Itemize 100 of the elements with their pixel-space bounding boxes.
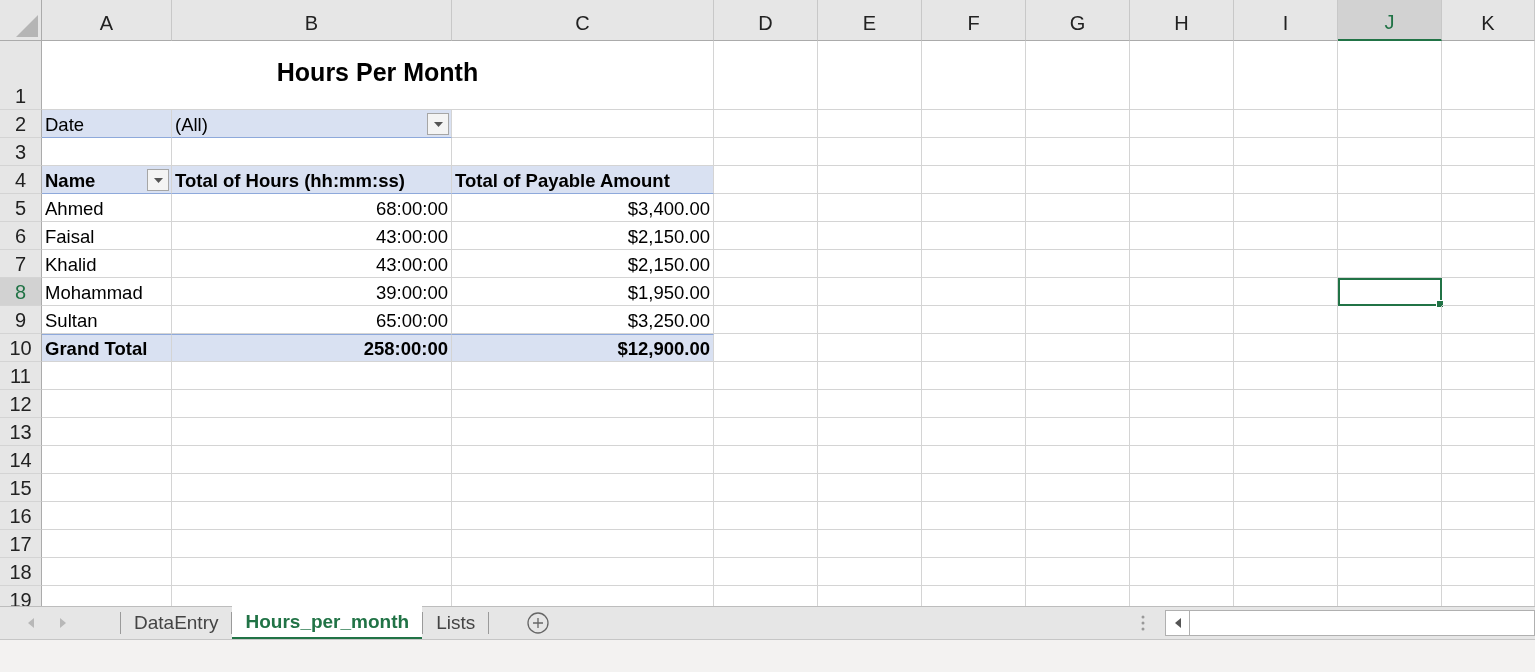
empty-cell[interactable] <box>1130 110 1234 138</box>
empty-cell[interactable] <box>1234 250 1338 278</box>
column-header[interactable]: J <box>1338 0 1442 41</box>
empty-cell[interactable] <box>1234 390 1338 418</box>
empty-cell[interactable] <box>172 138 452 166</box>
empty-cell[interactable] <box>818 110 922 138</box>
empty-cell[interactable] <box>1026 250 1130 278</box>
empty-cell[interactable] <box>172 530 452 558</box>
empty-cell[interactable] <box>172 446 452 474</box>
empty-cell[interactable] <box>1338 138 1442 166</box>
empty-cell[interactable] <box>922 362 1026 390</box>
empty-cell[interactable] <box>1338 446 1442 474</box>
empty-cell[interactable] <box>1338 502 1442 530</box>
empty-cell[interactable] <box>714 222 818 250</box>
empty-cell[interactable] <box>714 306 818 334</box>
empty-cell[interactable] <box>1026 334 1130 362</box>
empty-cell[interactable] <box>172 362 452 390</box>
row-header[interactable]: 9 <box>0 306 42 334</box>
empty-cell[interactable] <box>1338 530 1442 558</box>
empty-cell[interactable] <box>922 418 1026 446</box>
column-header[interactable]: E <box>818 0 922 41</box>
empty-cell[interactable] <box>452 558 714 586</box>
empty-cell[interactable] <box>1234 278 1338 306</box>
column-header[interactable]: H <box>1130 0 1234 41</box>
row-header[interactable]: 11 <box>0 362 42 390</box>
empty-cell[interactable] <box>1338 334 1442 362</box>
empty-cell[interactable] <box>1026 278 1130 306</box>
empty-cell[interactable] <box>1442 558 1535 586</box>
empty-cell[interactable] <box>818 390 922 418</box>
fill-handle[interactable] <box>1436 300 1444 308</box>
empty-cell[interactable] <box>452 418 714 446</box>
empty-cell[interactable] <box>1234 194 1338 222</box>
empty-cell[interactable] <box>1442 530 1535 558</box>
empty-cell[interactable] <box>818 502 922 530</box>
empty-cell[interactable] <box>452 390 714 418</box>
empty-cell[interactable] <box>1442 362 1535 390</box>
empty-cell[interactable] <box>922 334 1026 362</box>
empty-cell[interactable] <box>1338 110 1442 138</box>
empty-cell[interactable] <box>714 502 818 530</box>
empty-cell[interactable] <box>818 446 922 474</box>
empty-cell[interactable] <box>818 278 922 306</box>
empty-cell[interactable] <box>1234 446 1338 474</box>
empty-cell[interactable] <box>922 502 1026 530</box>
empty-cell[interactable] <box>1026 390 1130 418</box>
row-header[interactable]: 4 <box>0 166 42 194</box>
empty-cell[interactable] <box>1130 446 1234 474</box>
column-header[interactable]: B <box>172 0 452 41</box>
row-header[interactable]: 14 <box>0 446 42 474</box>
empty-cell[interactable] <box>1442 166 1535 194</box>
empty-cell[interactable] <box>1234 502 1338 530</box>
empty-cell[interactable] <box>1130 194 1234 222</box>
empty-cell[interactable] <box>922 446 1026 474</box>
empty-cell[interactable] <box>1442 138 1535 166</box>
empty-cell[interactable] <box>818 166 922 194</box>
empty-cell[interactable] <box>1234 334 1338 362</box>
empty-cell[interactable] <box>818 558 922 586</box>
empty-cell[interactable] <box>922 390 1026 418</box>
empty-cell[interactable] <box>714 250 818 278</box>
empty-cell[interactable] <box>1130 418 1234 446</box>
empty-cell[interactable] <box>1234 222 1338 250</box>
empty-cell[interactable] <box>1130 166 1234 194</box>
empty-cell[interactable] <box>1026 446 1130 474</box>
add-sheet-icon[interactable] <box>527 612 550 634</box>
empty-cell[interactable] <box>1130 138 1234 166</box>
empty-cell[interactable] <box>922 222 1026 250</box>
sheet-tab[interactable]: DataEntry <box>121 607 232 639</box>
empty-cell[interactable] <box>1026 306 1130 334</box>
empty-cell[interactable] <box>172 390 452 418</box>
empty-cell[interactable] <box>714 418 818 446</box>
empty-cell[interactable] <box>818 194 922 222</box>
empty-cell[interactable] <box>1026 138 1130 166</box>
empty-cell[interactable] <box>714 558 818 586</box>
empty-cell[interactable] <box>1234 41 1338 110</box>
empty-cell[interactable] <box>1234 166 1338 194</box>
empty-cell[interactable] <box>1130 362 1234 390</box>
filter-dropdown-button[interactable] <box>147 169 169 191</box>
empty-cell[interactable] <box>818 306 922 334</box>
empty-cell[interactable] <box>922 474 1026 502</box>
empty-cell[interactable] <box>1026 530 1130 558</box>
empty-cell[interactable] <box>1442 474 1535 502</box>
empty-cell[interactable] <box>922 530 1026 558</box>
empty-cell[interactable] <box>172 558 452 586</box>
empty-cell[interactable] <box>1442 250 1535 278</box>
empty-cell[interactable] <box>1234 558 1338 586</box>
column-header[interactable]: I <box>1234 0 1338 41</box>
empty-cell[interactable] <box>1130 41 1234 110</box>
empty-cell[interactable] <box>818 222 922 250</box>
empty-cell[interactable] <box>172 474 452 502</box>
empty-cell[interactable] <box>1338 41 1442 110</box>
row-header[interactable]: 18 <box>0 558 42 586</box>
splitter-handle-icon[interactable] <box>1141 615 1145 631</box>
empty-cell[interactable] <box>922 250 1026 278</box>
empty-cell[interactable] <box>452 530 714 558</box>
empty-cell[interactable] <box>452 474 714 502</box>
filter-dropdown-button[interactable] <box>427 113 449 135</box>
empty-cell[interactable] <box>922 278 1026 306</box>
empty-cell[interactable] <box>1442 278 1535 306</box>
empty-cell[interactable] <box>1442 390 1535 418</box>
empty-cell[interactable] <box>714 194 818 222</box>
row-header[interactable]: 8 <box>0 278 42 306</box>
